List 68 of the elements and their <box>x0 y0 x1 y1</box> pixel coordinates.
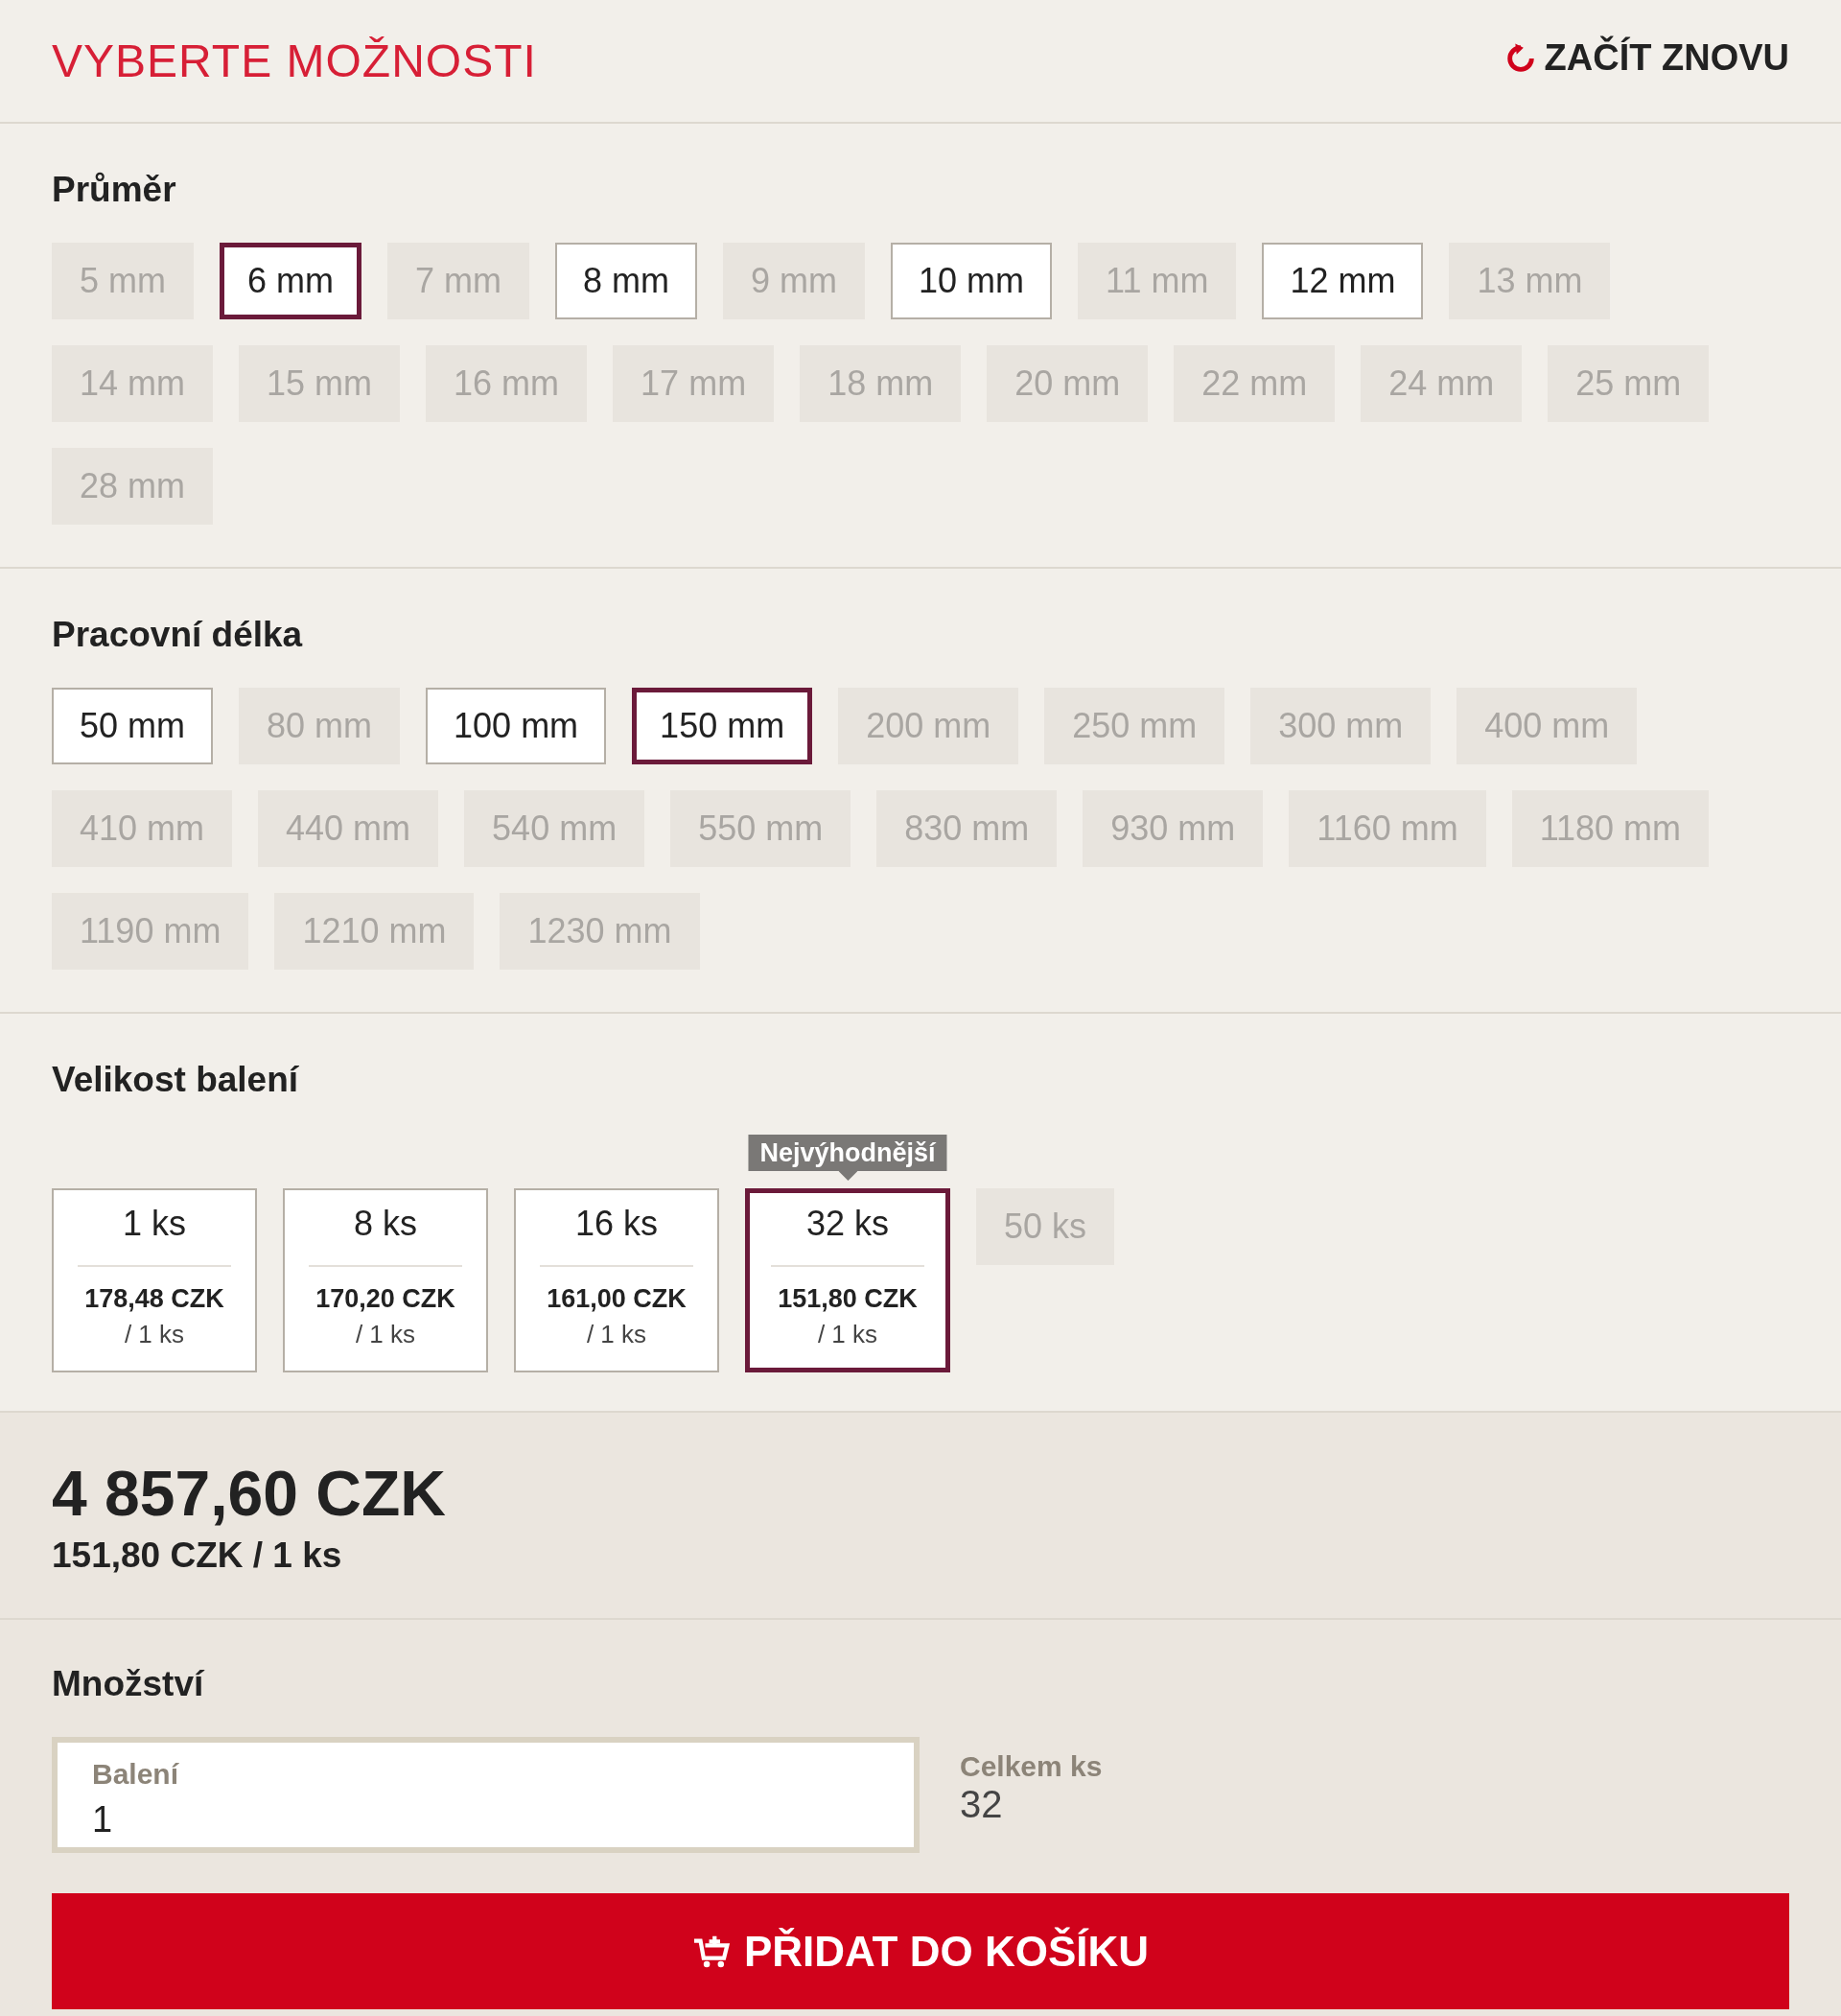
pack-price: 178,48 CZK <box>84 1284 224 1314</box>
pack-size: 1 ks <box>78 1204 231 1267</box>
total-price: 4 857,60 CZK <box>52 1457 447 1530</box>
option-chip[interactable]: 1180 mm <box>1511 790 1710 867</box>
pack-option[interactable]: 50 ks <box>976 1188 1115 1265</box>
option-chip[interactable]: 300 mm <box>1250 688 1432 764</box>
option-chip[interactable]: 12 mm <box>1262 243 1424 319</box>
pack-option[interactable]: 16 ks 161,00 CZK / 1 ks <box>514 1188 719 1372</box>
option-chip[interactable]: 14 mm <box>52 345 214 422</box>
pack-size: 8 ks <box>309 1204 462 1267</box>
pieces-label: Celkem ks <box>960 1750 1103 1783</box>
option-chip[interactable]: 1210 mm <box>274 893 475 970</box>
option-chip[interactable]: 1230 mm <box>500 893 700 970</box>
option-chip[interactable]: 100 mm <box>426 688 607 764</box>
option-chip[interactable]: 7 mm <box>387 243 529 319</box>
pack-price: 161,00 CZK <box>547 1284 687 1314</box>
option-chip[interactable]: 540 mm <box>464 790 645 867</box>
pack-unit: / 1 ks <box>586 1320 647 1349</box>
option-chip[interactable]: 16 mm <box>426 345 588 422</box>
option-chip[interactable]: 25 mm <box>1548 345 1710 422</box>
option-chip[interactable]: 440 mm <box>258 790 439 867</box>
section-heading: Průměr <box>52 170 177 210</box>
option-chip[interactable]: 830 mm <box>876 790 1058 867</box>
section-heading: Pracovní délka <box>52 615 304 655</box>
option-chip[interactable]: 22 mm <box>1174 345 1336 422</box>
option-chip[interactable]: 200 mm <box>838 688 1019 764</box>
option-chip[interactable]: 150 mm <box>632 688 813 764</box>
option-chip[interactable]: 11 mm <box>1078 243 1237 319</box>
page-title: VYBERTE MOŽNOSTI <box>52 35 537 87</box>
pieces-value: 32 <box>960 1783 1004 1826</box>
pack-option[interactable]: 1 ks 178,48 CZK / 1 ks <box>52 1188 257 1372</box>
option-chip[interactable]: 20 mm <box>987 345 1149 422</box>
field-label: Balení <box>92 1758 179 1791</box>
option-chip[interactable]: 400 mm <box>1456 688 1638 764</box>
reset-button[interactable]: ZAČÍT ZNOVU <box>1503 37 1789 79</box>
option-chip[interactable]: 1190 mm <box>52 893 249 970</box>
option-chip[interactable]: 550 mm <box>670 790 851 867</box>
option-chip[interactable]: 17 mm <box>613 345 775 422</box>
option-chip[interactable]: 5 mm <box>52 243 194 319</box>
option-chip[interactable]: 9 mm <box>723 243 865 319</box>
option-chip[interactable]: 10 mm <box>891 243 1053 319</box>
pack-unit: / 1 ks <box>355 1320 416 1349</box>
option-chip[interactable]: 24 mm <box>1361 345 1523 422</box>
option-chip[interactable]: 410 mm <box>52 790 233 867</box>
option-chip[interactable]: 15 mm <box>239 345 401 422</box>
option-chip[interactable]: 250 mm <box>1044 688 1225 764</box>
option-chip[interactable]: 6 mm <box>220 243 361 319</box>
section-heading: Velikost balení <box>52 1060 300 1100</box>
pack-size: 16 ks <box>540 1204 693 1267</box>
pack-option[interactable]: 32 ks 151,80 CZK / 1 ks <box>745 1188 950 1372</box>
pack-price: 151,80 CZK <box>778 1284 918 1314</box>
option-chip[interactable]: 13 mm <box>1449 243 1611 319</box>
option-chip[interactable]: 28 mm <box>52 448 214 525</box>
section-heading: Množství <box>52 1664 206 1704</box>
pack-size: 32 ks <box>771 1204 924 1267</box>
option-chip[interactable]: 80 mm <box>239 688 401 764</box>
option-chip[interactable]: 1160 mm <box>1289 790 1486 867</box>
unit-price: 151,80 CZK / 1 ks <box>52 1535 343 1576</box>
cart-icon <box>691 1934 731 1969</box>
pack-unit: / 1 ks <box>817 1320 878 1349</box>
option-chip[interactable]: 930 mm <box>1083 790 1264 867</box>
pack-unit: / 1 ks <box>124 1320 185 1349</box>
add-to-cart-button[interactable]: PŘIDAT DO KOŠÍKU <box>52 1893 1789 2009</box>
pack-price: 170,20 CZK <box>315 1284 455 1314</box>
option-chip[interactable]: 50 mm <box>52 688 214 764</box>
option-chip[interactable]: 18 mm <box>800 345 962 422</box>
option-chip[interactable]: 8 mm <box>555 243 697 319</box>
pack-option[interactable]: 8 ks 170,20 CZK / 1 ks <box>283 1188 488 1372</box>
